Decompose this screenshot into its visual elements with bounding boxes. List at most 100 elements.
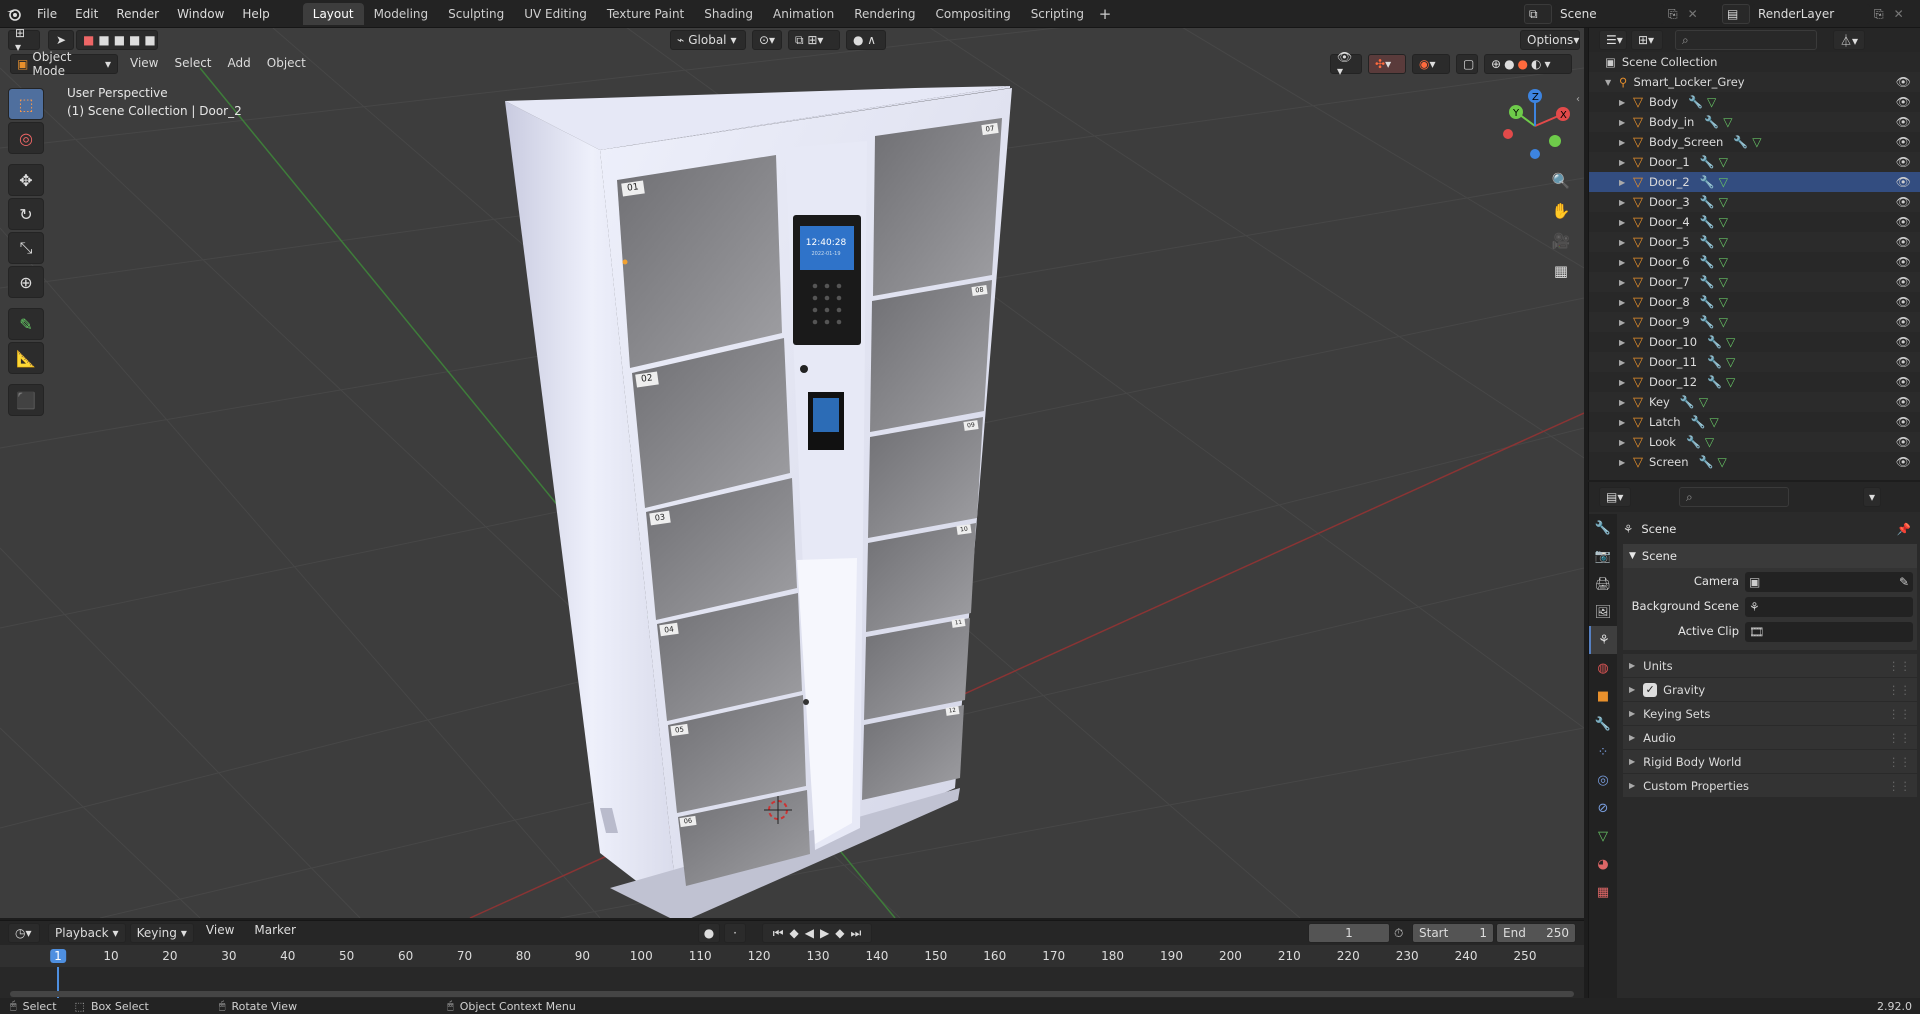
pin-icon[interactable]: 📌 [1897, 522, 1911, 536]
visibility-eye-icon[interactable]: 👁 [1896, 175, 1911, 189]
visibility-eye-icon[interactable]: 👁 [1896, 135, 1911, 149]
tool-tab-icon[interactable]: 🔧 [1589, 514, 1617, 542]
outliner-item-latch[interactable]: ▶ ▽ Latch 🔧 ▽ 👁 [1589, 412, 1920, 432]
current-frame-field[interactable]: 1 [1308, 923, 1390, 943]
menu-help[interactable]: Help [233, 0, 278, 28]
properties-search-input[interactable]: ⌕ [1679, 487, 1789, 507]
subpanel-audio[interactable]: ▶ Audio ⋮⋮ [1623, 726, 1917, 750]
drag-handle-icon[interactable]: ⋮⋮ [1888, 755, 1911, 769]
workspace-tab-rendering[interactable]: Rendering [844, 3, 925, 25]
subpanel-keying-sets[interactable]: ▶ Keying Sets ⋮⋮ [1623, 702, 1917, 726]
expand-arrow-icon[interactable]: ▶ [1619, 118, 1633, 127]
ortho-toggle-icon[interactable]: ▦ [1548, 258, 1574, 284]
outliner-item-door-1[interactable]: ▶ ▽ Door_1 🔧 ▽ 👁 [1589, 152, 1920, 172]
drag-handle-icon[interactable]: ⋮⋮ [1888, 659, 1911, 673]
scene-panel-header[interactable]: ▼ Scene [1623, 544, 1917, 568]
expand-arrow-icon[interactable]: ▶ [1619, 98, 1633, 107]
workspace-tab-scripting[interactable]: Scripting [1021, 3, 1094, 25]
outliner-collection[interactable]: ▼ ⚲ Smart_Locker_Grey 👁 [1589, 72, 1920, 92]
outliner-item-door-8[interactable]: ▶ ▽ Door_8 🔧 ▽ 👁 [1589, 292, 1920, 312]
workspace-tab-layout[interactable]: Layout [302, 2, 364, 25]
add-workspace-button[interactable]: + [1094, 3, 1116, 25]
preview-range-icon[interactable]: ⏱ [1394, 926, 1403, 941]
view-layer-field[interactable]: RenderLayer [1752, 4, 1870, 24]
expand-arrow-icon[interactable]: ▶ [1619, 398, 1633, 407]
expand-arrow-icon[interactable]: ▶ [1619, 438, 1633, 447]
timeline-menu-keying[interactable]: Keying ▾ [129, 923, 194, 943]
timeline-ruler[interactable]: 1 10 20 30 40 50 60 70 80 90 100 110 120 130 140 150 160… [0, 945, 1584, 967]
outliner-item-door-5[interactable]: ▶ ▽ Door_5 🔧 ▽ 👁 [1589, 232, 1920, 252]
object-tab-icon[interactable]: ■ [1589, 682, 1617, 710]
expand-arrow-icon[interactable]: ▶ [1619, 338, 1633, 347]
visibility-eye-icon[interactable]: 👁 [1896, 435, 1911, 449]
outliner-item-door-6[interactable]: ▶ ▽ Door_6 🔧 ▽ 👁 [1589, 252, 1920, 272]
workspace-tab-shading[interactable]: Shading [694, 3, 763, 25]
workspace-tab-sculpting[interactable]: Sculpting [438, 3, 514, 25]
gravity-checkbox[interactable]: ✓ [1643, 682, 1658, 697]
measure-tool[interactable]: 📐 [8, 342, 44, 374]
move-tool[interactable]: ✥ [8, 164, 44, 196]
output-tab-icon[interactable]: 🖨 [1589, 570, 1617, 598]
workspace-tab-texture-paint[interactable]: Texture Paint [597, 3, 694, 25]
display-mode-dropdown[interactable]: ⊞▾ [1631, 30, 1663, 50]
outliner-item-body-in[interactable]: ▶ ▽ Body_in 🔧 ▽ 👁 [1589, 112, 1920, 132]
record-icon[interactable]: ● [698, 923, 720, 943]
workspace-tab-modeling[interactable]: Modeling [364, 3, 439, 25]
new-view-layer-icon[interactable]: ⎘ [1874, 7, 1884, 22]
timeline-scrollbar[interactable] [10, 991, 1574, 997]
shading-mode-buttons[interactable]: ⊕ ● ● ◐ ▾ [1484, 54, 1572, 74]
visibility-eye-icon[interactable]: 👁 [1896, 355, 1911, 369]
expand-arrow-icon[interactable]: ▶ [1619, 238, 1633, 247]
select-box-tool[interactable]: ⬚ [8, 88, 44, 120]
expand-arrow-icon[interactable]: ▶ [1619, 298, 1633, 307]
transform-tool[interactable]: ⊕ [8, 266, 44, 298]
expand-arrow-icon[interactable]: ▶ [1619, 138, 1633, 147]
tweak-tool-icon[interactable]: ➤ [48, 30, 74, 50]
view-layer-tab-icon[interactable]: 🖼 [1589, 598, 1617, 626]
viewport-menu-view[interactable]: View [122, 56, 166, 70]
menu-file[interactable]: File [28, 0, 66, 28]
rotate-tool[interactable]: ↻ [8, 198, 44, 230]
outliner-editor-type[interactable]: ☰▾ [1599, 30, 1627, 50]
zoom-icon[interactable]: 🔍 [1548, 168, 1574, 194]
menu-window[interactable]: Window [168, 0, 233, 28]
overlays-toggle[interactable]: ◉ ▾ [1412, 54, 1450, 74]
timeline-menu-marker[interactable]: Marker [246, 923, 303, 943]
camera-field[interactable]: ▣ ✎ [1745, 572, 1913, 592]
subpanel-units[interactable]: ▶ Units ⋮⋮ [1623, 654, 1917, 678]
sidebar-expand-icon[interactable]: ‹ [1576, 94, 1580, 105]
menu-edit[interactable]: Edit [66, 0, 107, 28]
expand-arrow-icon[interactable]: ▼ [1605, 78, 1619, 87]
expand-arrow-icon[interactable]: ▶ [1619, 318, 1633, 327]
viewport-menu-object[interactable]: Object [259, 56, 314, 70]
visibility-eye-icon[interactable]: 👁 [1896, 275, 1911, 289]
outliner-item-door-9[interactable]: ▶ ▽ Door_9 🔧 ▽ 👁 [1589, 312, 1920, 332]
mode-dropdown[interactable]: ▣ Object Mode ▾ [10, 50, 118, 78]
blender-logo-icon[interactable] [0, 0, 28, 28]
viewport-menu-select[interactable]: Select [166, 56, 219, 70]
outliner-item-key[interactable]: ▶ ▽ Key 🔧 ▽ 👁 [1589, 392, 1920, 412]
expand-arrow-icon[interactable]: ▶ [1619, 198, 1633, 207]
annotate-tool[interactable]: ✎ [8, 308, 44, 340]
smart-locker-model[interactable] [505, 86, 1012, 918]
transport-buttons[interactable]: ⏮ ◆ ◀ ▶ ◆ ⏭ [762, 923, 872, 943]
auto-keying-icon[interactable]: · [724, 923, 746, 943]
visibility-eye-icon[interactable]: 👁 [1896, 95, 1911, 109]
outliner-item-door-7[interactable]: ▶ ▽ Door_7 🔧 ▽ 👁 [1589, 272, 1920, 292]
subpanel-gravity[interactable]: ▶ ✓ Gravity ⋮⋮ [1623, 678, 1917, 702]
properties-editor-type[interactable]: ▤▾ [1599, 487, 1631, 507]
visibility-eye-icon[interactable]: 👁 [1896, 155, 1911, 169]
visibility-eye-icon[interactable]: 👁 [1896, 395, 1911, 409]
expand-arrow-icon[interactable]: ▶ [1619, 158, 1633, 167]
subpanel-custom-properties[interactable]: ▶ Custom Properties ⋮⋮ [1623, 774, 1917, 798]
visibility-eye-icon[interactable]: 👁 [1896, 415, 1911, 429]
editor-type-button[interactable]: ⊞ ▾ [8, 28, 40, 54]
visibility-eye-icon[interactable]: 👁 [1896, 315, 1911, 329]
visibility-dropdown[interactable]: 👁▾ [1330, 50, 1362, 78]
physics-tab-icon[interactable]: ◎ [1589, 766, 1617, 794]
expand-arrow-icon[interactable]: ▶ [1619, 458, 1633, 467]
expand-arrow-icon[interactable]: ▶ [1619, 278, 1633, 287]
delete-view-layer-icon[interactable]: ✕ [1894, 7, 1904, 21]
outliner-item-body-screen[interactable]: ▶ ▽ Body_Screen 🔧 ▽ 👁 [1589, 132, 1920, 152]
visibility-eye-icon[interactable]: 👁 [1896, 115, 1911, 129]
